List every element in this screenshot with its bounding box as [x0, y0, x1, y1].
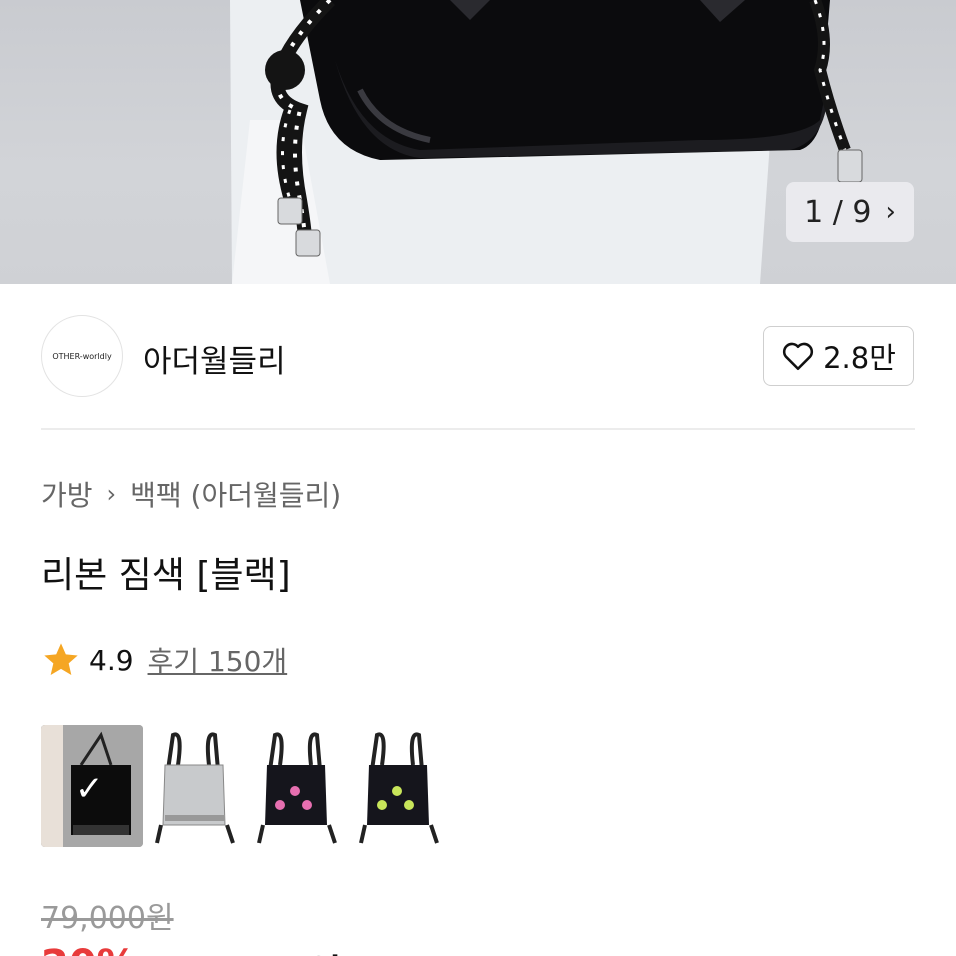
breadcrumb-subcategory[interactable]: 백팩 (아더월들리) — [130, 474, 341, 514]
rating-row: 4.9 후기 150개 — [41, 640, 287, 680]
color-option-silver[interactable] — [143, 725, 245, 847]
option-image — [155, 732, 235, 844]
sale-price: 63,200원 — [151, 942, 342, 956]
option-image — [257, 732, 337, 844]
product-image-carousel[interactable]: 1 / 9 › — [0, 0, 956, 284]
discount-rate: 20% — [41, 942, 137, 956]
chevron-right-icon: › — [885, 197, 896, 227]
star-icon — [44, 643, 78, 675]
original-price: 79,000원 — [41, 901, 174, 936]
heart-icon — [783, 342, 814, 371]
reviews-link[interactable]: 후기 150개 — [148, 640, 288, 680]
seller-name[interactable]: 아더월들리 — [143, 336, 286, 381]
product-title: 리본 짐색 [블랙] — [41, 555, 291, 596]
seller-logo[interactable]: OTHER-worldly — [41, 315, 123, 397]
seller-logo-text: OTHER-worldly — [52, 351, 112, 361]
color-options: ✓ — [41, 725, 449, 847]
color-option-black[interactable]: ✓ — [41, 725, 143, 847]
check-icon: ✓ — [75, 769, 104, 809]
pager-count: 1 / 9 — [804, 194, 872, 230]
like-count: 2.8만 — [823, 341, 896, 375]
chevron-right-icon: › — [106, 480, 117, 508]
rating-score: 4.9 — [89, 643, 134, 677]
breadcrumb-category[interactable]: 가방 — [41, 474, 93, 514]
option-image — [359, 732, 439, 844]
image-pager[interactable]: 1 / 9 › — [786, 182, 914, 242]
divider — [41, 428, 915, 430]
color-option-pink-ribbon[interactable] — [245, 725, 347, 847]
breadcrumb: 가방 › 백팩 (아더월들리) — [41, 474, 341, 514]
sale-price-row: 20% 63,200원 — [41, 942, 342, 956]
like-button[interactable]: 2.8만 — [763, 326, 914, 386]
color-option-green-ribbon[interactable] — [347, 725, 449, 847]
